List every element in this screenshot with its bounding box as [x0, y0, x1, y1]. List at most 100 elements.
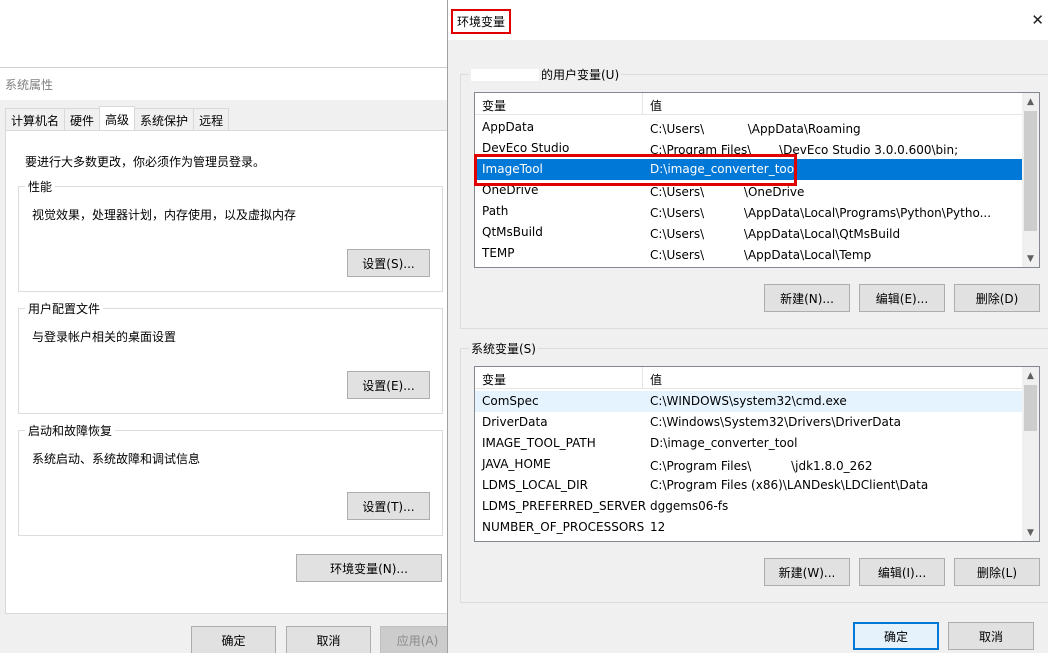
variable-value: C:\Users\ \AppData\Local\QtMsBuild — [650, 227, 901, 241]
environment-variables-dialog: 环境变量 ✕ 的用户变量(U) 变量 值 AppData C:\Users\ \… — [447, 0, 1048, 653]
scroll-thumb[interactable] — [1024, 385, 1037, 431]
variable-value: dggems06-fs — [650, 499, 729, 513]
table-row[interactable]: TEMP C:\Users\ \AppData\Local\Temp — [475, 243, 1023, 264]
close-icon[interactable]: ✕ — [1031, 11, 1044, 29]
sysprops-tabs: 计算机名 硬件 高级 系统保护 远程 — [5, 106, 230, 130]
user-variables-section: 的用户变量(U) 变量 值 AppData C:\Users\ \AppData… — [460, 66, 1048, 329]
table-row[interactable]: DevEco Studio C:\Program Files\ \DevEco … — [475, 138, 1023, 159]
env-ok-button[interactable]: 确定 — [853, 622, 939, 650]
table-row[interactable]: NUMBER_OF_PROCESSORS 12 — [475, 517, 1023, 538]
column-separator — [642, 93, 643, 115]
variable-value: C:\Program Files\ \jdk1.8.0_262 — [650, 459, 873, 473]
variable-value: C:\Users\ \AppData\Local\Temp — [650, 248, 872, 262]
user-profiles-settings-button[interactable]: 设置(E)... — [347, 371, 430, 399]
sysprops-title: 系统属性 — [5, 78, 54, 92]
variable-name: ImageTool — [482, 162, 543, 176]
column-header-value[interactable]: 值 — [650, 371, 662, 388]
env-cancel-button[interactable]: 取消 — [948, 622, 1034, 650]
tab-advanced[interactable]: 高级 — [99, 106, 136, 130]
scroll-down-icon[interactable]: ▼ — [1022, 524, 1039, 541]
scroll-down-icon[interactable]: ▼ — [1022, 250, 1039, 267]
column-header-variable[interactable]: 变量 — [482, 371, 506, 388]
variable-value: D:\image_converter_tool — [650, 436, 798, 450]
system-variables-section: 系统变量(S) 变量 值 ComSpec C:\WINDOWS\system32… — [460, 340, 1048, 603]
variable-value: C:\WINDOWS\system32\cmd.exe — [650, 394, 847, 408]
table-row[interactable]: AppData C:\Users\ \AppData\Roaming — [475, 117, 1023, 138]
scroll-up-icon[interactable]: ▲ — [1022, 367, 1039, 384]
env-dialog-title: 环境变量 — [451, 9, 512, 34]
tab-computer-name[interactable]: 计算机名 — [5, 108, 66, 130]
variable-value: C:\Users\ \OneDrive — [650, 185, 805, 199]
system-delete-button[interactable]: 删除(L) — [954, 558, 1040, 586]
redacted-username — [471, 68, 539, 81]
table-row[interactable]: Path C:\Users\ \AppData\Local\Programs\P… — [475, 201, 1023, 222]
system-variables-header: 变量 值 — [475, 367, 1023, 389]
advanced-tab-panel: 要进行大多数更改，你必须作为管理员登录。 性能 视觉效果，处理器计划，内存使用，… — [5, 130, 454, 614]
performance-desc: 视觉效果，处理器计划，内存使用，以及虚拟内存 — [32, 208, 297, 222]
variable-value: C:\Users\ \AppData\Roaming — [650, 122, 861, 136]
performance-legend: 性能 — [25, 178, 56, 195]
variable-value: 12 — [650, 520, 666, 534]
user-list-scrollbar[interactable]: ▲ ▼ — [1022, 93, 1039, 267]
user-variables-legend: 的用户变量(U) — [469, 66, 622, 83]
table-row[interactable]: JAVA_HOME C:\Program Files\ \jdk1.8.0_26… — [475, 454, 1023, 475]
sysprops-titlebar — [0, 68, 460, 100]
system-variables-list[interactable]: 变量 值 ComSpec C:\WINDOWS\system32\cmd.exe… — [474, 366, 1040, 542]
variable-value: C:\Program Files (x86)\LANDesk\LDClient\… — [650, 478, 929, 492]
variable-name: QtMsBuild — [482, 225, 543, 239]
startup-recovery-settings-button[interactable]: 设置(T)... — [347, 492, 430, 520]
column-header-value[interactable]: 值 — [650, 97, 662, 114]
user-profiles-desc: 与登录帐户相关的桌面设置 — [32, 330, 177, 344]
scroll-thumb[interactable] — [1024, 111, 1037, 231]
variable-name: IMAGE_TOOL_PATH — [482, 436, 596, 450]
table-row-selected[interactable]: ImageTool D:\image_converter_tool — [475, 159, 1023, 180]
performance-settings-button[interactable]: 设置(S)... — [347, 249, 430, 277]
tab-remote[interactable]: 远程 — [193, 108, 230, 130]
system-new-button[interactable]: 新建(W)... — [764, 558, 850, 586]
tab-hardware[interactable]: 硬件 — [64, 108, 101, 130]
scroll-up-icon[interactable]: ▲ — [1022, 93, 1039, 110]
variable-name: LDMS_PREFERRED_SERVER — [482, 499, 647, 513]
column-header-variable[interactable]: 变量 — [482, 97, 506, 114]
user-variables-list[interactable]: 变量 值 AppData C:\Users\ \AppData\Roaming … — [474, 92, 1040, 268]
environment-variables-button[interactable]: 环境变量(N)... — [296, 554, 442, 582]
table-row[interactable]: OneDrive C:\Users\ \OneDrive — [475, 180, 1023, 201]
user-edit-button[interactable]: 编辑(E)... — [859, 284, 945, 312]
env-titlebar — [448, 0, 1048, 40]
user-new-button[interactable]: 新建(N)... — [764, 284, 850, 312]
variable-value: D:\image_converter_tool — [650, 162, 798, 176]
variable-name: NUMBER_OF_PROCESSORS — [482, 520, 645, 534]
variable-name: ComSpec — [482, 394, 539, 408]
variable-name: LDMS_LOCAL_DIR — [482, 478, 588, 492]
user-variables-legend-text: 的用户变量(U) — [541, 68, 620, 82]
performance-group: 性能 视觉效果，处理器计划，内存使用，以及虚拟内存 设置(S)... — [18, 178, 443, 292]
variable-name: DriverData — [482, 415, 548, 429]
variable-value: C:\Program Files\ \DevEco Studio 3.0.0.6… — [650, 143, 959, 157]
variable-value: C:\Windows\System32\Drivers\DriverData — [650, 415, 901, 429]
user-variables-header: 变量 值 — [475, 93, 1023, 115]
startup-recovery-legend: 启动和故障恢复 — [25, 422, 116, 439]
table-row[interactable]: LDMS_LOCAL_DIR C:\Program Files (x86)\LA… — [475, 475, 1023, 496]
table-row[interactable]: DriverData C:\Windows\System32\Drivers\D… — [475, 412, 1023, 433]
variable-value: C:\Users\ \AppData\Local\Programs\Python… — [650, 206, 992, 220]
table-row[interactable]: ComSpec C:\WINDOWS\system32\cmd.exe — [475, 391, 1023, 412]
table-row[interactable]: LDMS_PREFERRED_SERVER dggems06-fs — [475, 496, 1023, 517]
variable-name: AppData — [482, 120, 535, 134]
table-row[interactable]: QtMsBuild C:\Users\ \AppData\Local\QtMsB… — [475, 222, 1023, 243]
tab-system-protection[interactable]: 系统保护 — [134, 108, 195, 130]
admin-note: 要进行大多数更改，你必须作为管理员登录。 — [25, 155, 266, 169]
system-properties-window: 系统属性 计算机名 硬件 高级 系统保护 远程 要进行大多数更改，你必须作为管理… — [0, 67, 460, 653]
sysprops-cancel-button[interactable]: 取消 — [286, 626, 371, 653]
column-separator — [642, 367, 643, 389]
sysprops-ok-button[interactable]: 确定 — [191, 626, 276, 653]
variable-name: TEMP — [482, 246, 515, 260]
system-edit-button[interactable]: 编辑(I)... — [859, 558, 945, 586]
startup-recovery-desc: 系统启动、系统故障和调试信息 — [32, 452, 201, 466]
system-variables-legend: 系统变量(S) — [469, 340, 538, 357]
user-profiles-group: 用户配置文件 与登录帐户相关的桌面设置 设置(E)... — [18, 300, 443, 414]
sysprops-apply-button[interactable]: 应用(A) — [380, 626, 455, 653]
system-list-scrollbar[interactable]: ▲ ▼ — [1022, 367, 1039, 541]
variable-name: DevEco Studio — [482, 141, 570, 155]
user-delete-button[interactable]: 删除(D) — [954, 284, 1040, 312]
table-row[interactable]: IMAGE_TOOL_PATH D:\image_converter_tool — [475, 433, 1023, 454]
